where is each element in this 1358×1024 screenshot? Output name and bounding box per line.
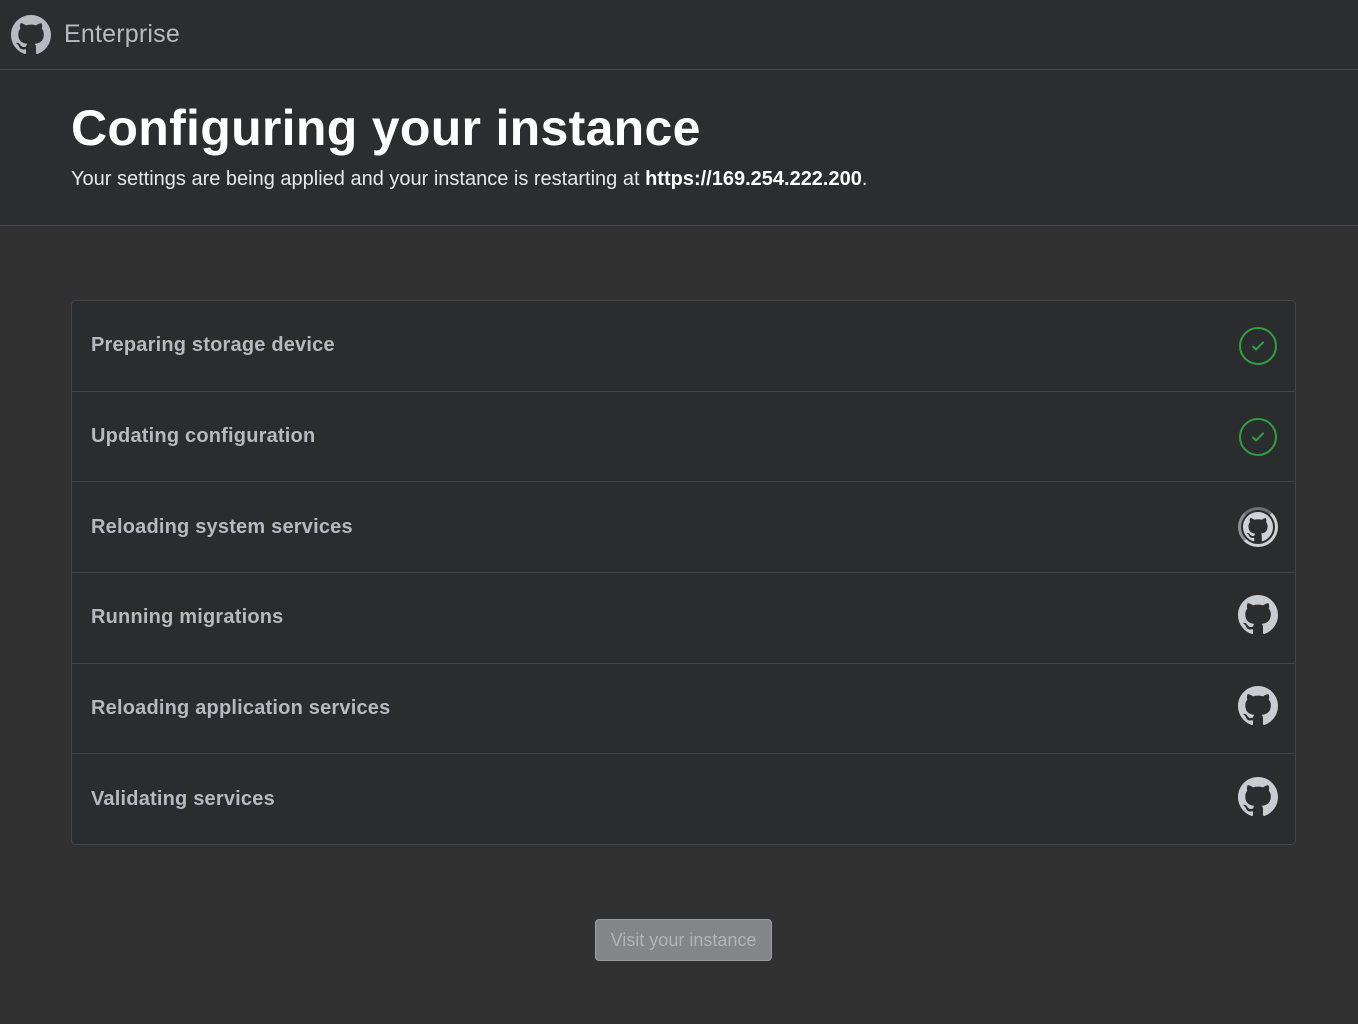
check-circle-icon [1239, 417, 1277, 456]
step-reloading-system-services: Reloading system services [72, 482, 1295, 574]
step-status [1238, 777, 1278, 822]
step-label: Validating services [91, 788, 275, 811]
check-circle-icon [1239, 326, 1277, 365]
visit-instance-button[interactable]: Visit your instance [595, 919, 772, 961]
step-reloading-application-services: Reloading application services [72, 664, 1295, 755]
octocat-icon [1238, 595, 1278, 640]
step-label: Running migrations [91, 606, 284, 629]
step-updating-configuration: Updating configuration [72, 392, 1295, 483]
subtitle-prefix: Your settings are being applied and your… [71, 168, 646, 190]
page-subtitle: Your settings are being applied and your… [71, 166, 867, 192]
instance-url: https://169.254.222.200 [645, 168, 862, 190]
step-status [1238, 507, 1278, 548]
octocat-icon [1238, 686, 1278, 731]
brand-name: Enterprise [64, 20, 180, 48]
github-octocat-icon[interactable] [11, 14, 51, 55]
hero-section: Configuring your instance Your settings … [0, 70, 1358, 226]
step-status [1238, 595, 1278, 640]
octocat-spinner-icon [1238, 507, 1278, 548]
step-label: Preparing storage device [91, 334, 335, 357]
step-label: Reloading system services [91, 515, 353, 538]
step-status [1238, 417, 1278, 457]
step-preparing-storage-device: Preparing storage device [72, 301, 1295, 392]
subtitle-suffix: . [861, 168, 868, 190]
configuration-steps-list: Preparing storage device Updating config… [71, 300, 1296, 845]
step-status [1238, 326, 1278, 366]
step-running-migrations: Running migrations [72, 573, 1295, 664]
step-status [1238, 686, 1278, 731]
top-bar: Enterprise [0, 0, 1358, 70]
step-validating-services: Validating services [72, 754, 1295, 844]
step-label: Updating configuration [91, 425, 316, 448]
step-label: Reloading application services [91, 697, 391, 720]
octocat-icon [1238, 777, 1278, 822]
page-title: Configuring your instance [71, 100, 701, 156]
